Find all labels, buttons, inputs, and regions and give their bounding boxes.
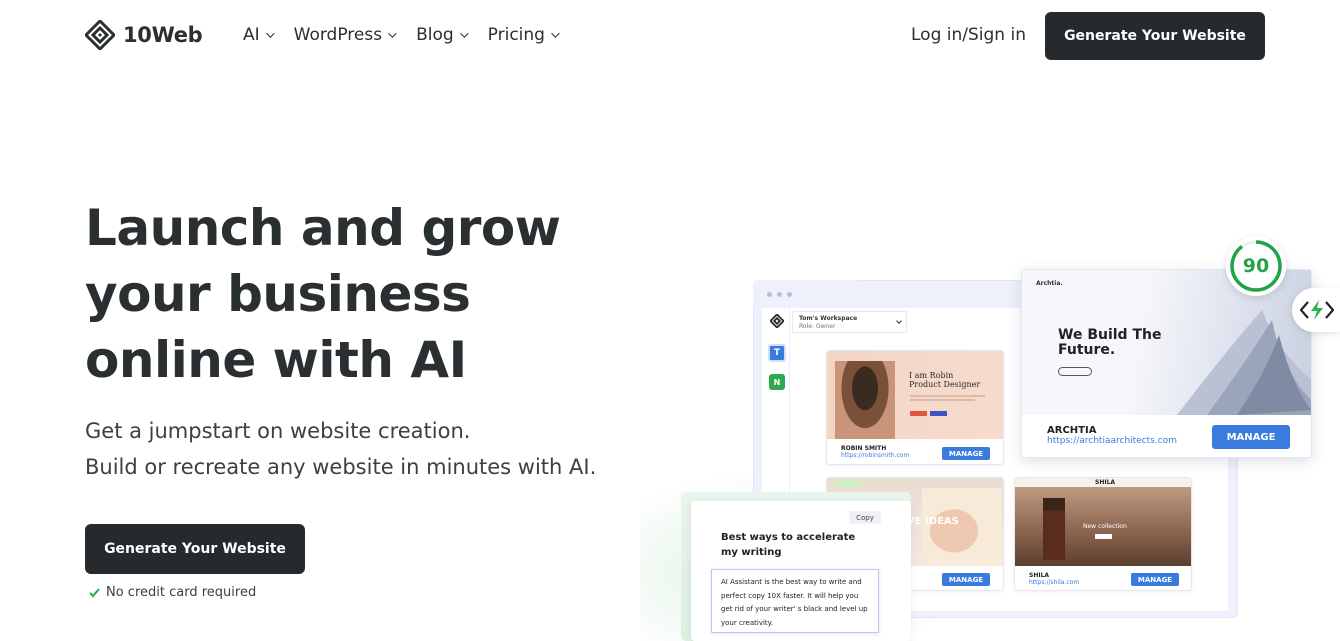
shila-brand: SHILA — [1095, 479, 1116, 486]
manage-button[interactable]: MANAGE — [942, 447, 990, 460]
ai-card-title: Best ways to accelerate my writing — [721, 530, 855, 560]
menu-item-blog[interactable]: Blog — [416, 25, 469, 45]
chevron-down-icon — [265, 29, 275, 38]
site-url[interactable]: https://shila.com — [1029, 579, 1079, 586]
mini-logo-icon — [770, 314, 784, 328]
window-dot — [767, 292, 772, 297]
speed-badge — [1292, 288, 1340, 332]
site-preview-robin: I am Robin Product Designer — [827, 351, 1003, 439]
robin-headline-2: Product Designer — [909, 380, 981, 389]
mini-button — [930, 411, 947, 416]
logo-icon — [85, 20, 115, 50]
chevron-down-icon — [551, 29, 560, 38]
ai-text-line: AI Assistant is the best way to write an… — [721, 578, 862, 586]
chevron-down-icon — [896, 318, 902, 324]
ai-assistant-card: Copy Best ways to accelerate my writing … — [691, 501, 911, 641]
chevron-down-icon — [459, 29, 469, 38]
manage-button[interactable]: MANAGE — [1131, 573, 1179, 586]
menu-label: Blog — [416, 25, 454, 45]
hero-subtitle-2: Build or recreate any website in minutes… — [85, 455, 597, 479]
menu-label: AI — [243, 25, 260, 45]
ideas-overlay: VE IDEAS — [907, 516, 959, 527]
hero-generate-button[interactable]: Generate Your Website — [85, 524, 305, 574]
robin-headline: I am Robin Product Designer — [909, 371, 980, 389]
hero-title: Launch and grow your business online wit… — [85, 195, 605, 393]
figure-image — [1043, 498, 1065, 560]
building-image — [1177, 310, 1311, 415]
hero-subtitle-1: Get a jumpstart on website creation. — [85, 419, 471, 443]
site-card-robin: I am Robin Product Designer ROBIN SMITH … — [826, 350, 1004, 465]
logo-text: 10Web — [123, 23, 203, 47]
logo[interactable]: 10Web — [85, 20, 203, 50]
mini-button — [1058, 367, 1092, 376]
menu-item-pricing[interactable]: Pricing — [487, 25, 560, 45]
site-url[interactable]: https://robinsmith.com — [841, 452, 909, 459]
workspace-dropdown[interactable]: Tom's Workspace Role: Owner — [792, 311, 907, 333]
window-dot — [777, 292, 782, 297]
archtia-headline-2: Future. — [1058, 342, 1116, 358]
site-name: SHILA — [1029, 572, 1050, 579]
robin-headline-1: I am Robin — [909, 371, 954, 380]
ai-text-line: get rid of your writer' s black and leve… — [721, 605, 868, 613]
archtia-headline: We Build The Future. — [1058, 328, 1161, 358]
site-name: ARCHTIA — [1047, 425, 1097, 436]
menu-label: WordPress — [293, 25, 383, 45]
menu-item-ai[interactable]: AI — [243, 25, 275, 45]
archtia-headline-1: We Build The — [1058, 327, 1162, 343]
main-menu: AI WordPress Blog Pricing — [243, 25, 579, 45]
check-icon — [89, 587, 100, 597]
nav-generate-button[interactable]: Generate Your Website — [1045, 12, 1265, 60]
login-link[interactable]: Log in/Sign in — [911, 25, 1026, 45]
workspace-avatar-n[interactable]: N — [769, 374, 785, 390]
site-card-archtia: Archtia. We Build The Future. ARCHTIA ht… — [1021, 269, 1312, 458]
no-credit-card-text: No credit card required — [106, 585, 257, 600]
manage-button[interactable]: MANAGE — [1212, 425, 1290, 449]
lightning-code-icon — [1300, 300, 1334, 320]
ai-text-selection[interactable]: AI Assistant is the best way to write an… — [711, 569, 879, 633]
text-line — [835, 482, 861, 485]
window-dot — [787, 292, 792, 297]
workspace-name: Tom's Workspace — [799, 315, 858, 322]
window-dots — [767, 292, 792, 297]
text-line — [910, 399, 975, 401]
dashboard-sidebar — [762, 308, 790, 508]
site-preview-shila: SHILA New collection — [1015, 478, 1191, 566]
text-line — [910, 395, 985, 397]
ai-card-title-2: my writing — [721, 547, 782, 558]
mini-button — [910, 411, 927, 416]
ai-card-title-1: Best ways to accelerate — [721, 532, 856, 543]
workspace-role: Role: Owner — [799, 323, 836, 330]
performance-score-badge: 90 — [1226, 236, 1286, 296]
no-credit-card-note: No credit card required — [89, 585, 256, 600]
ai-text-line: perfect copy 10X faster. It will help yo… — [721, 591, 859, 600]
copy-button[interactable]: Copy — [849, 511, 881, 524]
manage-button[interactable]: MANAGE — [942, 573, 990, 586]
site-name: ROBIN SMITH — [841, 445, 887, 452]
archtia-brand: Archtia. — [1036, 280, 1063, 287]
site-card-shila: SHILA New collection SHILA https://shila… — [1014, 477, 1192, 591]
hat-portrait-image — [922, 488, 1002, 566]
top-nav: 10Web AI WordPress Blog Pricing Log in/S… — [0, 0, 1340, 72]
workspace-avatar-t[interactable]: T — [768, 344, 786, 362]
ai-text-line: your creativity. — [721, 618, 774, 627]
hero-title-line: online with AI — [85, 331, 467, 389]
ai-text-body: AI Assistant is the best way to write an… — [721, 576, 868, 630]
hero-title-line: Launch and grow — [85, 199, 561, 257]
menu-label: Pricing — [487, 25, 545, 45]
chevron-down-icon — [388, 29, 397, 38]
score-value: 90 — [1242, 255, 1270, 277]
menu-item-wordpress[interactable]: WordPress — [293, 25, 397, 45]
portrait-image — [835, 361, 895, 439]
hero-title-line: your business — [85, 265, 471, 323]
shila-overlay: New collection — [1083, 523, 1127, 530]
site-url[interactable]: https://archtiaarchitects.com — [1047, 436, 1177, 446]
mini-button — [1095, 534, 1112, 539]
